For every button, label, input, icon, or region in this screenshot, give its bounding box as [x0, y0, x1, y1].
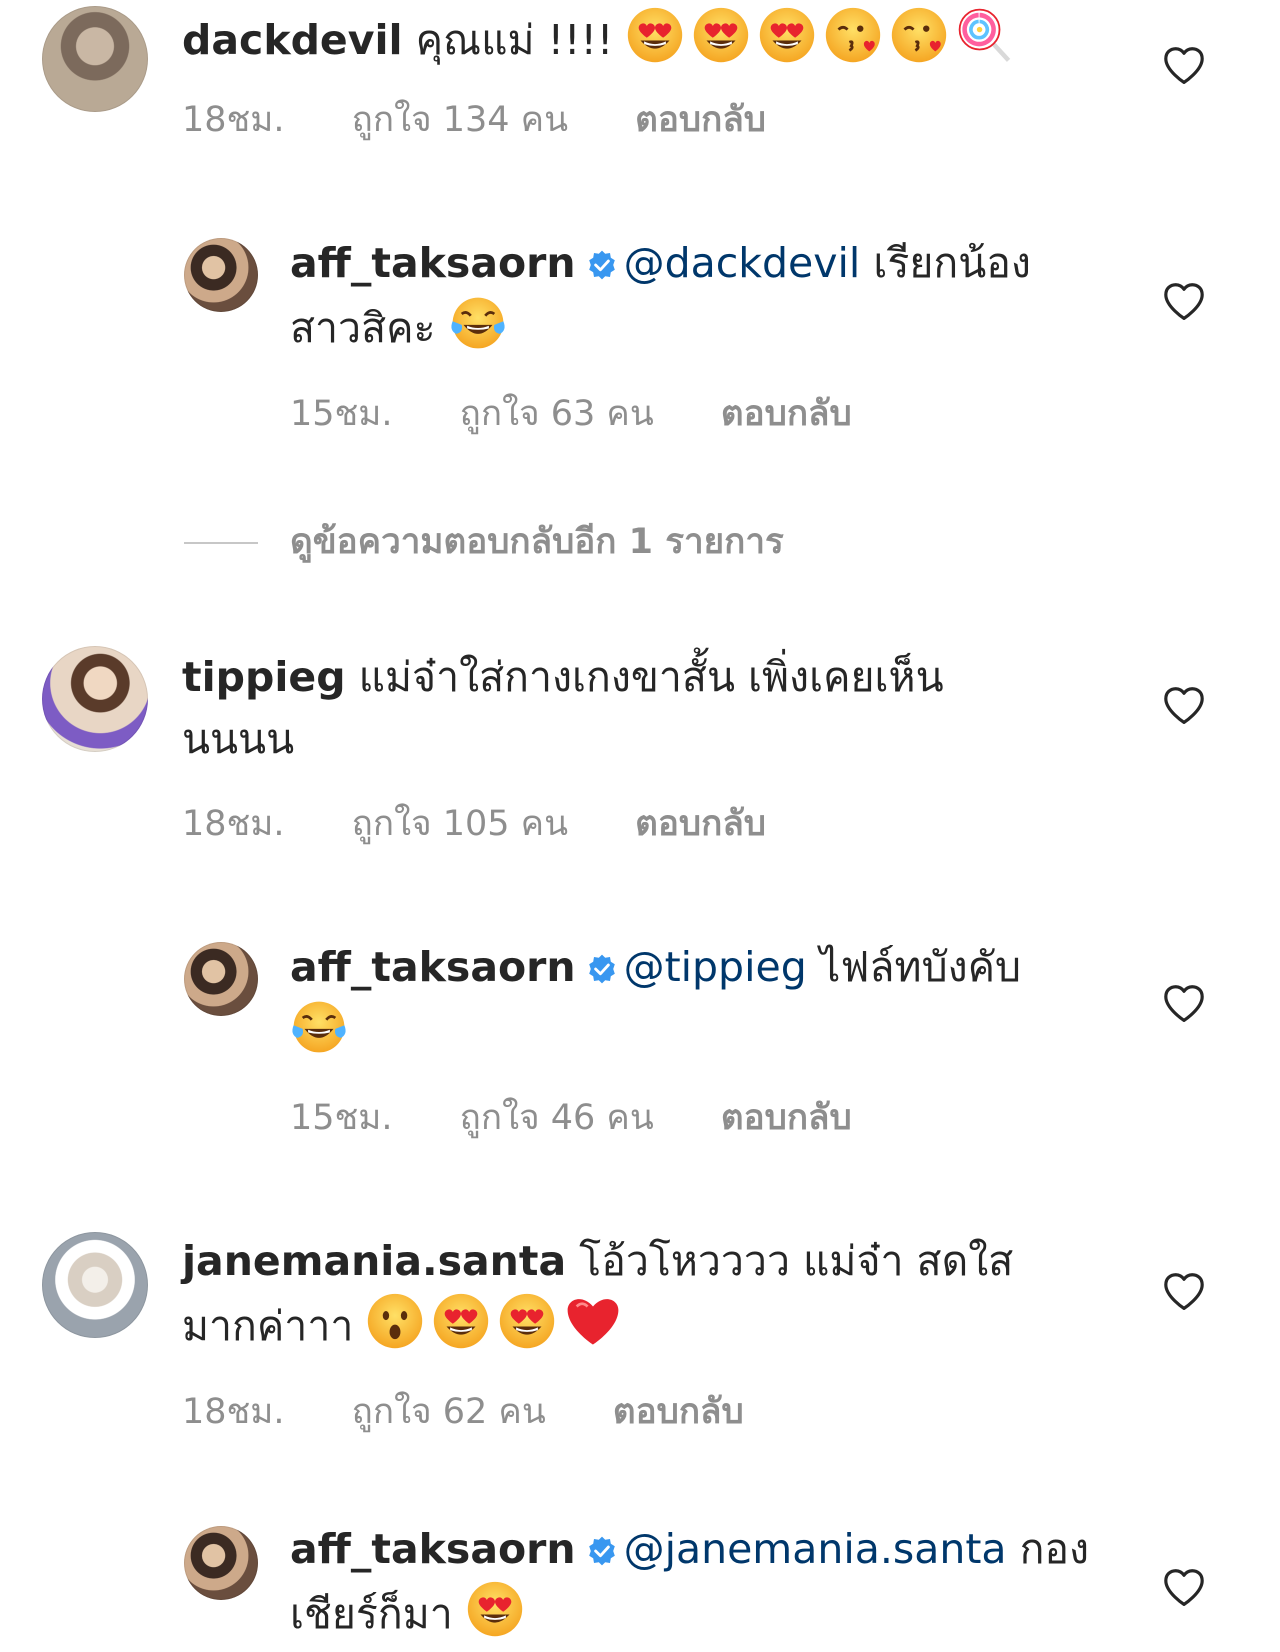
- mention-link[interactable]: @tippieg: [624, 943, 807, 991]
- verified-badge-icon: [586, 249, 618, 281]
- comment-likes[interactable]: ถูกใจ 105 คน: [352, 796, 568, 851]
- mention-link[interactable]: @janemania.santa: [624, 1525, 1007, 1573]
- mention-link[interactable]: @dackdevil: [624, 239, 861, 287]
- reply-time: 15ชม.: [290, 394, 393, 434]
- hushed-emoji-icon: [366, 1292, 424, 1350]
- comment-text: tippieg แม่จ๋าใส่กางเกงขาสั้น เพิ่งเคยเห…: [182, 646, 1032, 770]
- reply-username[interactable]: aff_taksaorn: [290, 1525, 576, 1573]
- heart-eyes-emoji-icon: [498, 1292, 556, 1350]
- avatar[interactable]: [184, 1526, 258, 1600]
- tears-of-joy-emoji-icon: [290, 998, 348, 1056]
- like-heart-icon[interactable]: [1162, 282, 1206, 322]
- reply-text: aff_taksaorn @tippieg ไฟล์ทบังคับ: [290, 936, 1090, 1063]
- comment-text: dackdevil คุณแม่ !!!!: [182, 6, 1032, 71]
- reply-meta: 15ชม. ถูกใจ 46 คน ตอบกลับ: [290, 1090, 852, 1145]
- reply-text: aff_taksaorn @janemania.santa กองเชียร์ก็…: [290, 1518, 1090, 1645]
- comment-meta: 18ชม. ถูกใจ 105 คน ตอบกลับ: [182, 796, 766, 851]
- reply-likes[interactable]: ถูกใจ 63 คน: [460, 386, 654, 441]
- avatar[interactable]: [42, 1232, 148, 1338]
- comment-meta: 18ชม. ถูกใจ 134 คน ตอบกลับ: [182, 92, 766, 147]
- verified-badge-icon: [586, 1535, 618, 1567]
- heart-eyes-emoji-icon: [758, 6, 816, 64]
- verified-badge-icon: [586, 953, 618, 985]
- comment-meta: 18ชม. ถูกใจ 62 คน ตอบกลับ: [182, 1384, 744, 1439]
- reply-button[interactable]: ตอบกลับ: [635, 796, 766, 851]
- reply-meta: 15ชม. ถูกใจ 63 คน ตอบกลับ: [290, 386, 852, 441]
- kissing-heart-emoji-icon: [890, 6, 948, 64]
- avatar[interactable]: [42, 6, 148, 112]
- avatar[interactable]: [42, 646, 148, 752]
- comment-likes[interactable]: ถูกใจ 134 คน: [352, 92, 568, 147]
- reply-button[interactable]: ตอบกลับ: [721, 1090, 852, 1145]
- reply-time: 15ชม.: [290, 1098, 393, 1138]
- reply-button[interactable]: ตอบกลับ: [613, 1384, 744, 1439]
- comment-username[interactable]: dackdevil: [182, 16, 403, 64]
- view-more-replies-button[interactable]: ดูข้อความตอบกลับอีก 1 รายการ: [184, 514, 784, 569]
- divider-line: [184, 542, 258, 544]
- kissing-heart-emoji-icon: [824, 6, 882, 64]
- comment-time: 18ชม.: [182, 1392, 285, 1432]
- reply-text: aff_taksaorn @dackdevil เรียกน้องสาวสิคะ: [290, 232, 1090, 359]
- comment-likes[interactable]: ถูกใจ 62 คน: [352, 1384, 546, 1439]
- red-heart-emoji-icon: [564, 1292, 622, 1350]
- tears-of-joy-emoji-icon: [449, 294, 507, 352]
- comment-time: 18ชม.: [182, 100, 285, 140]
- like-heart-icon[interactable]: [1162, 984, 1206, 1024]
- reply-button[interactable]: ตอบกลับ: [635, 92, 766, 147]
- heart-eyes-emoji-icon: [626, 6, 684, 64]
- like-heart-icon[interactable]: [1162, 1272, 1206, 1312]
- lollipop-emoji-icon: [956, 6, 1014, 64]
- like-heart-icon[interactable]: [1162, 686, 1206, 726]
- reply-username[interactable]: aff_taksaorn: [290, 239, 576, 287]
- like-heart-icon[interactable]: [1162, 46, 1206, 86]
- like-heart-icon[interactable]: [1162, 1568, 1206, 1608]
- reply-username[interactable]: aff_taksaorn: [290, 943, 576, 991]
- heart-eyes-emoji-icon: [432, 1292, 490, 1350]
- view-more-label: ดูข้อความตอบกลับอีก 1 รายการ: [290, 522, 784, 562]
- heart-eyes-emoji-icon: [466, 1580, 524, 1638]
- heart-eyes-emoji-icon: [692, 6, 750, 64]
- avatar[interactable]: [184, 238, 258, 312]
- reply-body: ไฟล์ทบังคับ: [819, 943, 1022, 991]
- reply-likes[interactable]: ถูกใจ 46 คน: [460, 1090, 654, 1145]
- comment-username[interactable]: tippieg: [182, 653, 346, 701]
- comment-text: janemania.santa โอ้วโหวววว แม่จ๋า สดใสมา…: [182, 1230, 1032, 1357]
- comment-username[interactable]: janemania.santa: [182, 1237, 566, 1285]
- avatar[interactable]: [184, 942, 258, 1016]
- reply-button[interactable]: ตอบกลับ: [721, 386, 852, 441]
- comment-body: คุณแม่ !!!!: [415, 16, 614, 64]
- comment-time: 18ชม.: [182, 804, 285, 844]
